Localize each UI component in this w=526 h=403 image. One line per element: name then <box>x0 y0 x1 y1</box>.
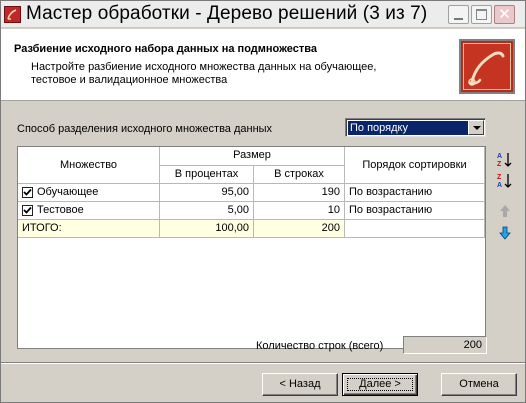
split-method-label: Способ разделения исходного множества да… <box>17 123 273 135</box>
arrow-up-icon <box>500 205 510 217</box>
sort-descending-button[interactable]: Z A <box>496 172 514 190</box>
cancel-button[interactable]: Отмена <box>441 373 517 396</box>
window-title: Мастер обработки - Дерево решений (3 из … <box>26 3 428 24</box>
checkmark-icon <box>23 188 32 196</box>
sort-ascending-button[interactable]: A Z <box>496 151 514 169</box>
minimize-button[interactable] <box>448 5 469 24</box>
svg-text:Z: Z <box>497 174 502 181</box>
train-checkbox[interactable] <box>22 187 33 198</box>
move-down-button[interactable] <box>496 224 514 242</box>
column-header-percent[interactable]: В процентах <box>160 166 254 184</box>
train-sort-cell[interactable]: По возрастанию <box>345 184 485 202</box>
maximize-button[interactable] <box>471 5 492 24</box>
wizard-logo <box>459 39 515 94</box>
row-count-value: 200 <box>403 336 487 354</box>
table-row-test-name[interactable]: Тестовое <box>18 202 160 220</box>
test-sort-cell[interactable]: По возрастанию <box>345 202 485 220</box>
checkmark-icon <box>23 206 32 214</box>
sort-za-icon: Z A <box>497 174 512 189</box>
wizard-header: Разбиение исходного набора данных на под… <box>1 29 525 101</box>
step-title: Разбиение исходного набора данных на под… <box>14 43 317 55</box>
wizard-window: Мастер обработки - Дерево решений (3 из … <box>0 0 526 403</box>
total-rows-cell: 200 <box>254 220 345 238</box>
column-header-size[interactable]: Размер <box>160 147 345 166</box>
arrow-down-icon <box>499 226 511 240</box>
column-header-sort[interactable]: Порядок сортировки <box>345 147 485 184</box>
app-icon[interactable] <box>4 6 21 23</box>
bottom-divider <box>1 362 525 364</box>
svg-text:Z: Z <box>497 161 502 168</box>
maximize-icon <box>476 9 487 20</box>
test-checkbox[interactable] <box>22 205 33 216</box>
close-icon: ✕ <box>498 6 511 23</box>
total-sort-cell <box>345 220 485 238</box>
column-header-set[interactable]: Множество <box>18 147 160 184</box>
focus-rect <box>347 378 413 391</box>
chevron-down-icon[interactable] <box>468 120 484 135</box>
row-count-label: Количество строк (всего) <box>256 340 384 352</box>
column-header-rows[interactable]: В строках <box>254 166 345 184</box>
svg-text:A: A <box>497 182 502 189</box>
back-button[interactable]: < Назад <box>262 373 338 396</box>
title-bar[interactable]: Мастер обработки - Дерево решений (3 из … <box>1 1 525 28</box>
move-up-button[interactable] <box>496 202 514 220</box>
step-description: Настройте разбиение исходного множества … <box>31 61 377 86</box>
logo-frame <box>463 43 511 90</box>
pipe-logo-icon <box>468 51 505 86</box>
table-row-train-name[interactable]: Обучающее <box>18 184 160 202</box>
sort-az-icon: A Z <box>497 153 512 168</box>
svg-text:A: A <box>497 153 502 160</box>
test-set-label: Тестовое <box>37 204 84 216</box>
train-rows-cell[interactable]: 190 <box>254 184 345 202</box>
total-label-cell: ИТОГО: <box>18 220 160 238</box>
train-percent-cell[interactable]: 95,00 <box>160 184 254 202</box>
close-button[interactable]: ✕ <box>494 5 515 24</box>
next-button[interactable]: Далее > <box>342 373 418 396</box>
test-rows-cell[interactable]: 10 <box>254 202 345 220</box>
train-set-label: Обучающее <box>37 186 99 198</box>
test-percent-cell[interactable]: 5,00 <box>160 202 254 220</box>
total-percent-cell: 100,00 <box>160 220 254 238</box>
minimize-icon <box>454 18 463 20</box>
split-method-select[interactable]: По порядку <box>345 118 486 137</box>
split-method-value: По порядку <box>348 121 468 135</box>
subsets-grid[interactable]: Множество Размер Порядок сортировки В пр… <box>17 146 486 349</box>
